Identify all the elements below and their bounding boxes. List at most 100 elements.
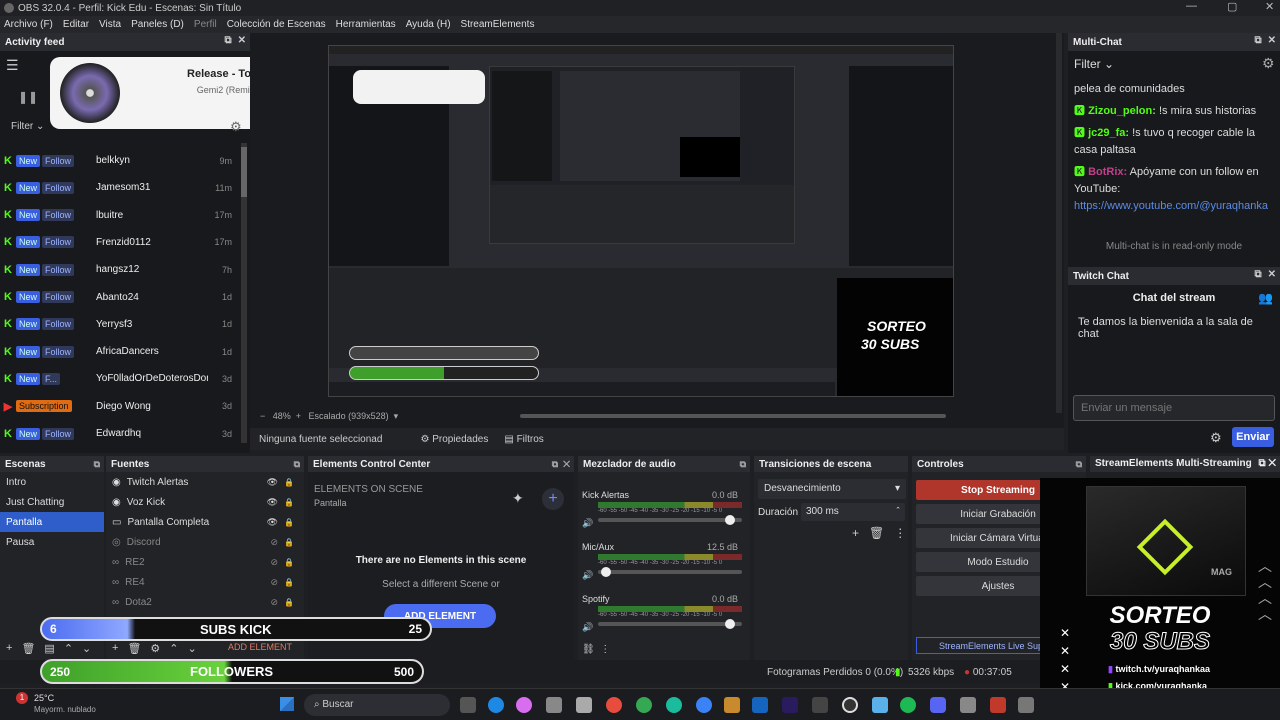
menu-perfil[interactable]: Perfil xyxy=(190,19,223,30)
menu-ayuda[interactable]: Ayuda (H) xyxy=(402,19,457,30)
hamburger-menu-icon[interactable]: ☰ xyxy=(6,57,19,74)
trash-icon[interactable]: 🗑 xyxy=(127,642,141,655)
preview-canvas[interactable]: SORTEO 30 SUBS xyxy=(328,45,954,397)
activity-item[interactable]: K New Follow Frenzid0112 17m xyxy=(0,229,240,256)
stepper-icon[interactable]: ⌃ xyxy=(895,506,901,514)
link-icon[interactable]: ⛓ xyxy=(582,644,595,655)
menu-paneles[interactable]: Paneles (D) xyxy=(127,19,190,30)
lock-icon[interactable]: 🔒 xyxy=(284,598,294,607)
scene-item[interactable]: Intro xyxy=(0,472,104,492)
up-icon[interactable]: ⌃ xyxy=(64,642,73,655)
filter-dropdown[interactable]: Filter ⌄ xyxy=(11,121,44,132)
visibility-icon[interactable]: ⊘ xyxy=(270,557,278,568)
down-icon[interactable]: ⌄ xyxy=(188,642,197,655)
float-icon[interactable]: ⧉ xyxy=(94,459,100,470)
app-icon[interactable] xyxy=(960,697,976,713)
slider-knob[interactable] xyxy=(725,619,736,629)
lock-icon[interactable]: 🔒 xyxy=(284,518,294,527)
taskbar-search[interactable]: ⌕ Buscar xyxy=(304,694,450,716)
lock-icon[interactable]: 🔒 xyxy=(284,478,294,487)
volume-slider[interactable] xyxy=(598,515,742,525)
discord-icon[interactable] xyxy=(930,697,946,713)
slider-knob[interactable] xyxy=(600,567,611,577)
app-icon[interactable] xyxy=(576,697,592,713)
task-view-icon[interactable] xyxy=(460,697,476,713)
lock-icon[interactable]: 🔒 xyxy=(284,558,294,567)
premiere-icon[interactable] xyxy=(782,697,798,713)
menu-vista[interactable]: Vista xyxy=(95,19,127,30)
chat-link[interactable]: https://www.youtube.com/@yuraqhanka xyxy=(1074,198,1270,215)
obs-icon[interactable] xyxy=(842,697,858,713)
lock-icon[interactable]: 🔒 xyxy=(284,538,294,547)
scene-item[interactable]: Just Chatting xyxy=(0,492,104,512)
spotify-icon[interactable] xyxy=(900,697,916,713)
source-item[interactable]: ∞ Dota2 ⊘ 🔒 xyxy=(106,592,304,612)
down-icon[interactable]: ⌄ xyxy=(82,642,91,655)
lock-icon[interactable]: 🔒 xyxy=(284,498,294,507)
add-icon[interactable]: + xyxy=(112,642,118,655)
windows-start-icon[interactable] xyxy=(280,697,294,711)
close-icon[interactable]: ✕ xyxy=(1265,0,1274,13)
volume-slider[interactable] xyxy=(598,619,742,629)
transition-select[interactable]: Desvanecimiento ▾ xyxy=(758,479,906,499)
app-icon[interactable] xyxy=(872,697,888,713)
source-item[interactable]: ◉ Voz Kick 👁 🔒 xyxy=(106,492,304,512)
explorer-icon[interactable] xyxy=(724,697,740,713)
zoom-level[interactable]: − 48% + Escalado (939x528) ▾ xyxy=(260,411,398,422)
activity-item[interactable]: K NewF... YoF0lladOrDeDoterosDonwz 3d xyxy=(0,365,240,392)
copilot-icon[interactable] xyxy=(516,697,532,713)
menu-editar[interactable]: Editar xyxy=(59,19,95,30)
activity-item[interactable]: K New Follow Edwardhq 3d xyxy=(0,420,240,447)
chrome-icon[interactable] xyxy=(606,697,622,713)
add-element-small[interactable]: ADD ELEMENT xyxy=(228,642,292,652)
gear-icon[interactable]: ⚙ xyxy=(1210,430,1222,446)
activity-item[interactable]: K New Follow lbuitre 17m xyxy=(0,202,240,229)
trash-icon[interactable]: 🗑 xyxy=(869,526,884,540)
close-icon[interactable]: ✕ xyxy=(1268,269,1276,280)
horizontal-scrollbar[interactable] xyxy=(520,414,946,418)
source-item[interactable]: ∞ RE2 ⊘ 🔒 xyxy=(106,552,304,572)
scene-item[interactable]: Pausa xyxy=(0,532,104,552)
browser-icon[interactable] xyxy=(666,697,682,713)
activity-item[interactable]: K New Follow Yerrysf3 1d xyxy=(0,311,240,338)
edge-icon[interactable] xyxy=(488,697,504,713)
visibility-icon[interactable]: 👁 xyxy=(267,497,278,508)
activity-item[interactable]: K New Follow Abanto24 1d xyxy=(0,284,240,311)
add-icon[interactable]: + xyxy=(852,526,859,540)
chat-input[interactable] xyxy=(1073,395,1275,421)
volume-slider[interactable] xyxy=(598,567,742,577)
source-item[interactable]: ∞ RE4 ⊘ 🔒 xyxy=(106,572,304,592)
float-icon[interactable]: ⧉ xyxy=(1254,35,1261,46)
speaker-icon[interactable]: 🔊 xyxy=(582,518,593,529)
duration-input[interactable]: 300 ms ⌃ xyxy=(801,503,905,521)
send-button[interactable]: Enviar xyxy=(1232,427,1274,447)
up-icon[interactable]: ⌃ xyxy=(169,642,178,655)
menu-herramientas[interactable]: Herramientas xyxy=(332,19,402,30)
menu-streamelements[interactable]: StreamElements xyxy=(457,19,541,30)
visibility-icon[interactable]: 👁 xyxy=(267,477,278,488)
browser-icon[interactable] xyxy=(696,697,712,713)
app-icon[interactable] xyxy=(812,697,828,713)
filters-button[interactable]: ▤ Filtros xyxy=(504,434,543,445)
speaker-icon[interactable]: 🔊 xyxy=(582,570,593,581)
speaker-icon[interactable]: 🔊 xyxy=(582,622,593,633)
activity-item[interactable]: K New Follow hangsz12 7h xyxy=(0,256,240,283)
outlook-icon[interactable] xyxy=(752,697,768,713)
ecc-controls[interactable]: ⧉ ✕ xyxy=(552,459,570,470)
float-icon[interactable]: ⧉ xyxy=(1076,459,1082,470)
source-item[interactable]: ◉ Twitch Alertas 👁 🔒 xyxy=(106,472,304,492)
visibility-icon[interactable]: ⊘ xyxy=(270,577,278,588)
visibility-icon[interactable]: ⊘ xyxy=(270,597,278,608)
properties-button[interactable]: ⚙ Propiedades xyxy=(420,434,488,445)
float-icon[interactable]: ⧉ xyxy=(224,35,231,46)
users-icon[interactable]: 👥 xyxy=(1258,291,1273,305)
close-icon[interactable]: ✕ xyxy=(238,35,246,46)
filter-icon[interactable]: ▤ xyxy=(44,642,54,655)
lock-icon[interactable]: 🔒 xyxy=(284,578,294,587)
multichat-filter[interactable]: Filter ⌄ xyxy=(1074,57,1114,71)
preview-scrollbar[interactable] xyxy=(1056,33,1062,413)
more-icon[interactable]: ⋮ xyxy=(600,644,610,655)
activity-item[interactable]: ▶ Subscription Diego Wong 3d xyxy=(0,393,240,420)
add-icon[interactable]: + xyxy=(6,642,12,655)
add-element-icon[interactable]: + xyxy=(542,488,564,510)
